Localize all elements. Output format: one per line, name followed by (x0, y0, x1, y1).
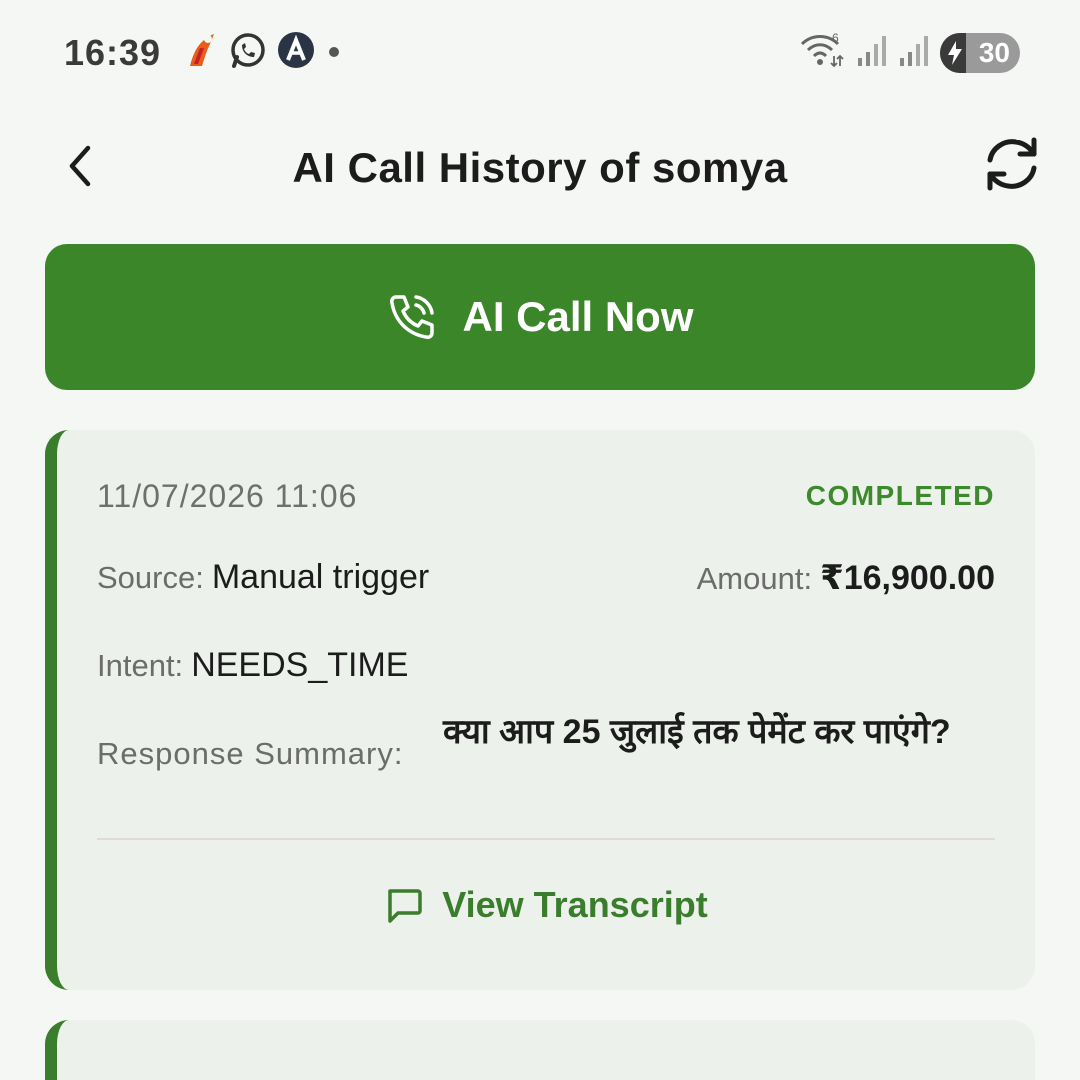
battery-level: 30 (978, 36, 1010, 68)
ai-call-now-button[interactable]: AI Call Now (45, 244, 1035, 390)
svg-text:6: 6 (832, 31, 839, 45)
a-app-icon (276, 30, 316, 70)
dot-icon (324, 30, 344, 70)
call-record-card-next (45, 1020, 1035, 1080)
ipay-icon (184, 30, 220, 70)
refresh-icon (987, 137, 1037, 191)
system-icons: 6 30 (798, 30, 1020, 75)
source-row: Source: Manual trigger (97, 558, 429, 597)
whatsapp-icon (228, 30, 268, 70)
divider (97, 838, 995, 840)
call-datetime: 11/07/2026 11:06 (97, 478, 358, 514)
status-badge: COMPLETED (805, 480, 995, 511)
signal-icon (856, 30, 888, 75)
source-value: Manual trigger (211, 558, 430, 596)
response-summary-value: क्या आप 25 जुलाई तक पेमेंट कर पाएंगे? (443, 713, 951, 751)
page-title: AI Call History of somya (292, 144, 788, 191)
amount-row: Amount: ₹16,900.00 (697, 558, 995, 598)
source-label: Source: (97, 560, 204, 595)
intent-row: Intent: NEEDS_TIME (97, 646, 408, 685)
message-square-icon (388, 889, 423, 923)
signal-icon (898, 30, 930, 75)
amount-value: ₹16,900.00 (820, 559, 995, 597)
intent-value: NEEDS_TIME (191, 646, 409, 684)
phone-call-icon (390, 295, 435, 339)
battery-icon: 30 (940, 32, 1020, 73)
amount-label: Amount: (696, 561, 813, 596)
notification-icons (184, 30, 344, 70)
refresh-button[interactable] (980, 132, 1044, 196)
response-summary-label: Response Summary: (97, 736, 404, 771)
app-bar: AI Call History of somya (0, 120, 1080, 212)
view-transcript-button[interactable]: View Transcript (97, 884, 995, 926)
wifi-icon: 6 (798, 30, 846, 75)
view-transcript-label: View Transcript (442, 884, 708, 925)
status-bar: 16:39 6 30 (0, 0, 1080, 108)
intent-label: Intent: (97, 648, 184, 683)
status-time: 16:39 (64, 32, 162, 73)
ai-call-now-label: AI Call Now (462, 293, 694, 340)
call-record-card: 11/07/2026 11:06 COMPLETED Source: Manua… (45, 430, 1035, 990)
